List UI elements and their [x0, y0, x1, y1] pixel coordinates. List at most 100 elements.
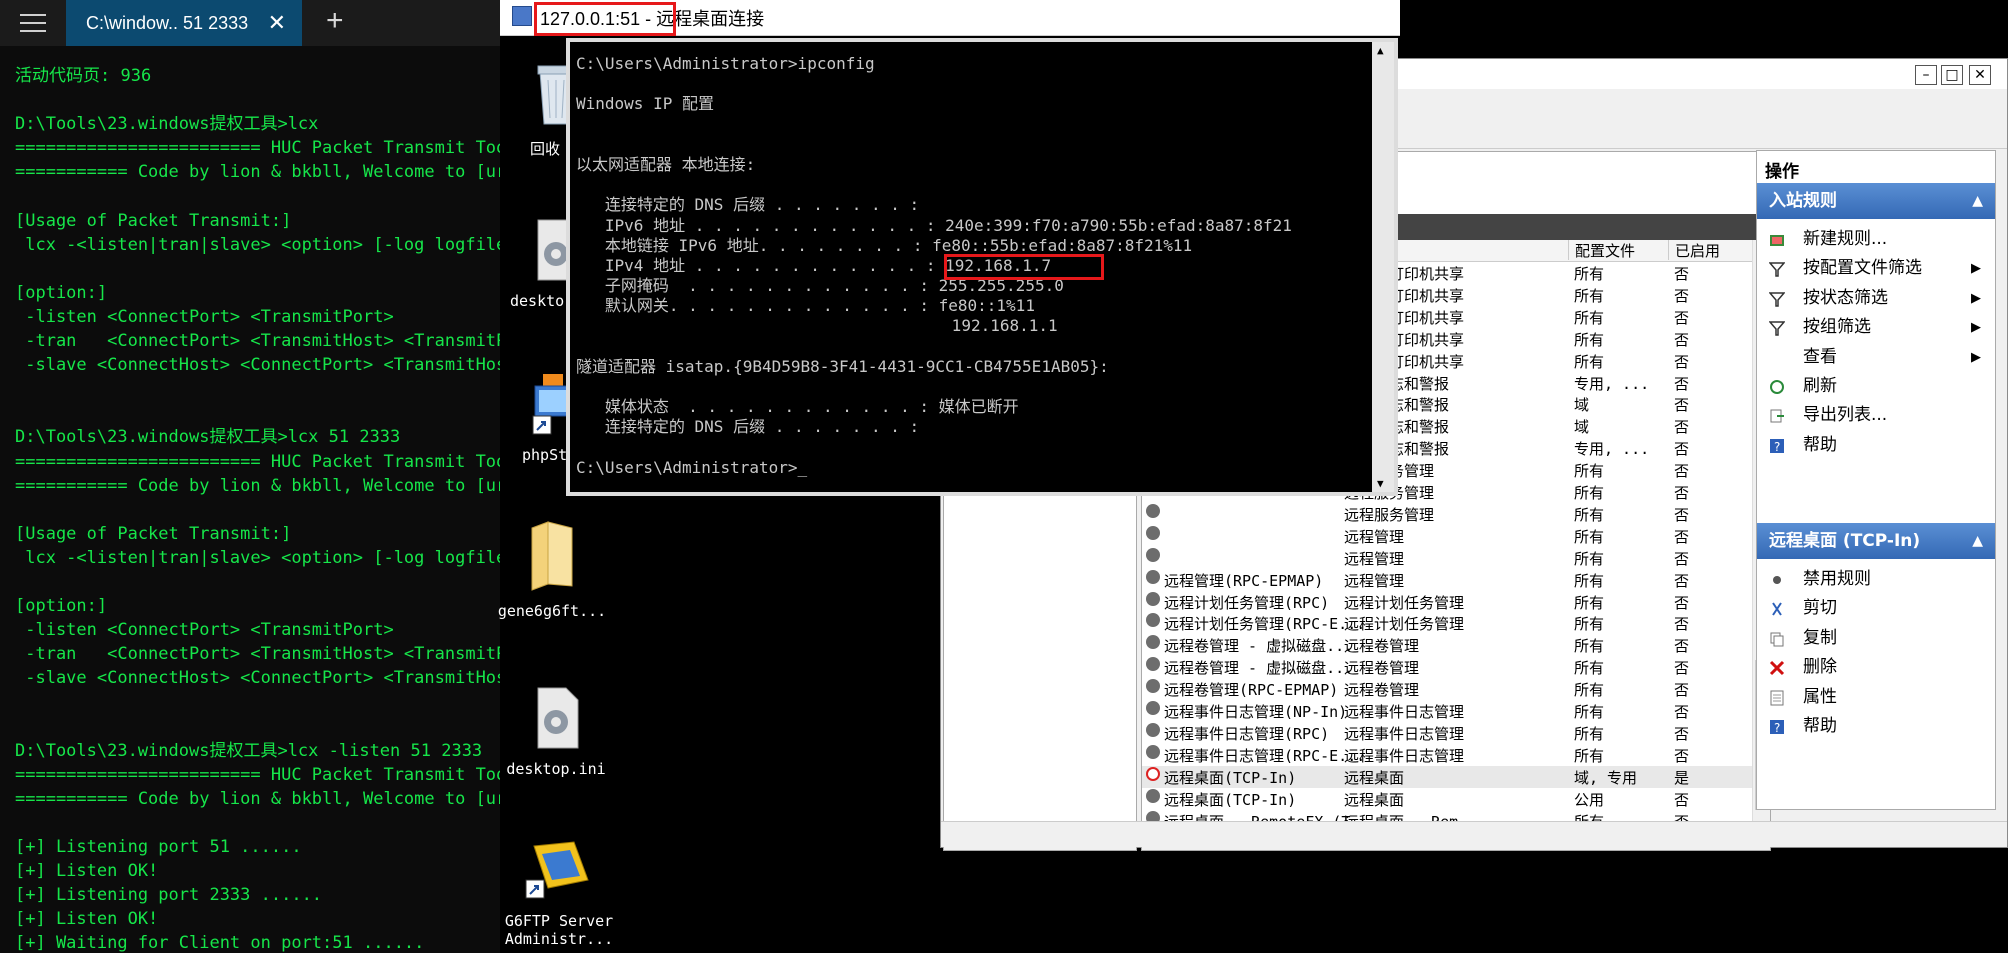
rule-disabled-icon	[1146, 547, 1160, 562]
action-item[interactable]: ? 帮助	[1757, 427, 1995, 464]
terminal-line: 活动代码页: 936	[15, 66, 152, 86]
terminal-window[interactable]: C:\window.. 51 2333 ✕ + 活动代码页: 936 D:\Too…	[0, 0, 500, 953]
cell-name: 远程计划任务管理(RPC-E...	[1164, 615, 1366, 634]
table-row[interactable]: 远程管理 所有 否	[1142, 525, 1754, 547]
table-row[interactable]: 远程事件日志管理(NP-In) 远程事件日志管理 所有 否	[1142, 700, 1754, 722]
cmd-line	[576, 337, 1292, 357]
disable-icon	[1773, 576, 1781, 584]
table-row[interactable]: 远程卷管理 - 虚拟磁盘... 远程卷管理 所有 否	[1142, 656, 1754, 678]
cell-group: 远程管理	[1344, 527, 1405, 546]
folder-icon	[531, 521, 573, 591]
rule-enabled-icon	[1146, 766, 1160, 781]
table-row[interactable]: 远程服务管理 所有 否	[1142, 503, 1754, 525]
table-row[interactable]: 远程桌面(TCP-In) 远程桌面 域, 专用 是	[1142, 765, 1754, 788]
filter-icon	[1769, 292, 1785, 307]
terminal-line: -listen <ConnectPort> <TransmitPort>	[15, 306, 394, 327]
cell-enabled: 否	[1674, 374, 1690, 393]
export-icon	[1770, 409, 1784, 423]
col-enabled-header[interactable]: 已启用	[1668, 240, 1720, 260]
terminal-line: [+] Listening port 51 ......	[15, 837, 302, 857]
maximize-button[interactable]: □	[1941, 65, 1963, 85]
cell-profile: 所有	[1574, 571, 1605, 590]
table-row[interactable]: 远程卷管理 - 虚拟磁盘... 远程卷管理 所有 否	[1142, 634, 1754, 656]
rule-disabled-icon	[1146, 569, 1160, 584]
cmd-output: C:\Users\Administrator>ipconfig Windows I…	[576, 54, 1292, 478]
actions-section-rule[interactable]: 远程桌面 (TCP-In) ▲	[1757, 523, 1995, 559]
terminal-line: =========== Code by lion & bkbll, Welcom…	[15, 162, 500, 183]
cell-group: 远程桌面	[1344, 790, 1405, 809]
cmd-line: 连接特定的 DNS 后缀 . . . . . . . :	[576, 195, 920, 215]
terminal-tab[interactable]: C:\window.. 51 2333 ✕	[66, 0, 302, 46]
cell-profile: 所有	[1574, 265, 1605, 283]
table-row[interactable]: 远程桌面(TCP-In) 远程桌面 公用 否	[1142, 788, 1754, 810]
collapse-icon[interactable]: ▲	[1972, 523, 1983, 559]
minimize-button[interactable]: –	[1915, 65, 1937, 85]
delete-icon	[1769, 661, 1785, 676]
cmd-line	[576, 438, 1292, 458]
cell-group: 远程计划任务管理	[1344, 593, 1465, 612]
scroll-up-icon[interactable]: ▲	[1377, 44, 1384, 57]
cmd-line: C:\Users\Administrator>_	[576, 457, 808, 477]
cell-profile: 所有	[1574, 746, 1605, 765]
terminal-line: D:\Tools\23.windows提权工具>lcx -listen 51 2…	[15, 740, 483, 761]
new-tab-button[interactable]: +	[326, 4, 344, 38]
actions-title: 操作	[1765, 162, 1799, 182]
cell-name: 远程卷管理 - 虚拟磁盘...	[1164, 637, 1354, 656]
table-row[interactable]: 远程事件日志管理(RPC) 远程事件日志管理 所有 否	[1142, 722, 1754, 744]
terminal-line: -tran <ConnectPort> <TransmitHost> <Tran…	[15, 644, 500, 665]
cell-profile: 专用, ...	[1574, 440, 1650, 459]
action-label: 导出列表...	[1803, 405, 1888, 426]
cell-profile: 所有	[1574, 484, 1605, 502]
cmd-line: C:\Users\Administrator>ipconfig	[576, 54, 875, 73]
table-row[interactable]: 远程计划任务管理(RPC) 远程计划任务管理 所有 否	[1142, 591, 1754, 613]
table-row[interactable]: 远程计划任务管理(RPC-E... 远程计划任务管理 所有 否	[1142, 612, 1754, 634]
actions-pane: 操作 入站规则 ▲ 新建规则... 按配置文件筛选 ▶ 按状态筛选 ▶ 按组筛选 ▶ 查看 ▶ 刷新…	[1756, 150, 1996, 810]
close-button[interactable]: ✕	[1969, 65, 1991, 85]
action-item[interactable]: ? 帮助	[1757, 708, 1995, 745]
scroll-down-icon[interactable]: ▼	[1377, 477, 1384, 490]
desktop-icon-gene6-folder[interactable]: gene6g6ft...	[496, 520, 608, 620]
rule-disabled-icon	[1146, 635, 1160, 650]
cmd-line: 本地链接 IPv6 地址. . . . . . . . : fe80::55b:…	[576, 235, 1193, 255]
terminal-line: ======================== HUC Packet Tran…	[15, 764, 500, 785]
cell-name: 远程事件日志管理(RPC-E...	[1164, 746, 1366, 765]
new-rule-icon	[1770, 235, 1784, 246]
cmd-line: 媒体状态 . . . . . . . . . . . . : 媒体已断开	[576, 397, 1019, 417]
col-profile-header[interactable]: 配置文件	[1568, 240, 1635, 260]
desktop-icon-desktop-ini-2[interactable]: desktop.ini	[500, 686, 612, 778]
table-row[interactable]: 远程管理 所有 否	[1142, 547, 1754, 569]
cell-group: 远程桌面	[1344, 768, 1405, 787]
cell-profile: 所有	[1574, 615, 1605, 634]
cell-profile: 所有	[1574, 549, 1605, 568]
menu-icon[interactable]	[20, 14, 46, 32]
collapse-icon[interactable]: ▲	[1972, 183, 1983, 219]
cell-profile: 所有	[1574, 637, 1605, 656]
terminal-line: D:\Tools\23.windows提权工具>lcx	[15, 114, 319, 135]
cmd-vscroll[interactable]: ▲ ▼	[1372, 42, 1394, 492]
cell-enabled: 否	[1674, 330, 1690, 349]
filter-icon	[1769, 262, 1785, 278]
gear-file-icon	[537, 687, 579, 749]
terminal-line: =========== Code by lion & bkbll, Welcom…	[15, 788, 500, 809]
action-label: 刷新	[1803, 376, 1837, 396]
close-tab-icon[interactable]: ✕	[268, 0, 286, 46]
actions-section-inbound[interactable]: 入站规则 ▲	[1757, 183, 1995, 219]
action-label: 剪切	[1803, 598, 1837, 619]
table-row[interactable]: 远程卷管理(RPC-EPMAP) 远程卷管理 所有 否	[1142, 678, 1754, 700]
table-row[interactable]: 远程事件日志管理(RPC-E... 远程事件日志管理 所有 否	[1142, 744, 1754, 766]
cell-profile: 所有	[1574, 659, 1605, 678]
terminal-tab-title: C:\window.. 51 2333	[86, 13, 249, 33]
cmd-line: 192.168.1.1	[576, 316, 1058, 336]
svg-text:?: ?	[1774, 721, 1780, 735]
desktop-icon-label: G6FTP Server Administr...	[504, 912, 614, 948]
desktop-icon-g6ftp[interactable]: G6FTP Server Administr...	[502, 840, 616, 948]
rule-disabled-icon	[1146, 788, 1160, 803]
table-row[interactable]: 远程管理(RPC-EPMAP) 远程管理 所有 否	[1142, 569, 1754, 591]
cell-enabled: 否	[1674, 418, 1690, 437]
terminal-line: [option:]	[15, 282, 108, 303]
